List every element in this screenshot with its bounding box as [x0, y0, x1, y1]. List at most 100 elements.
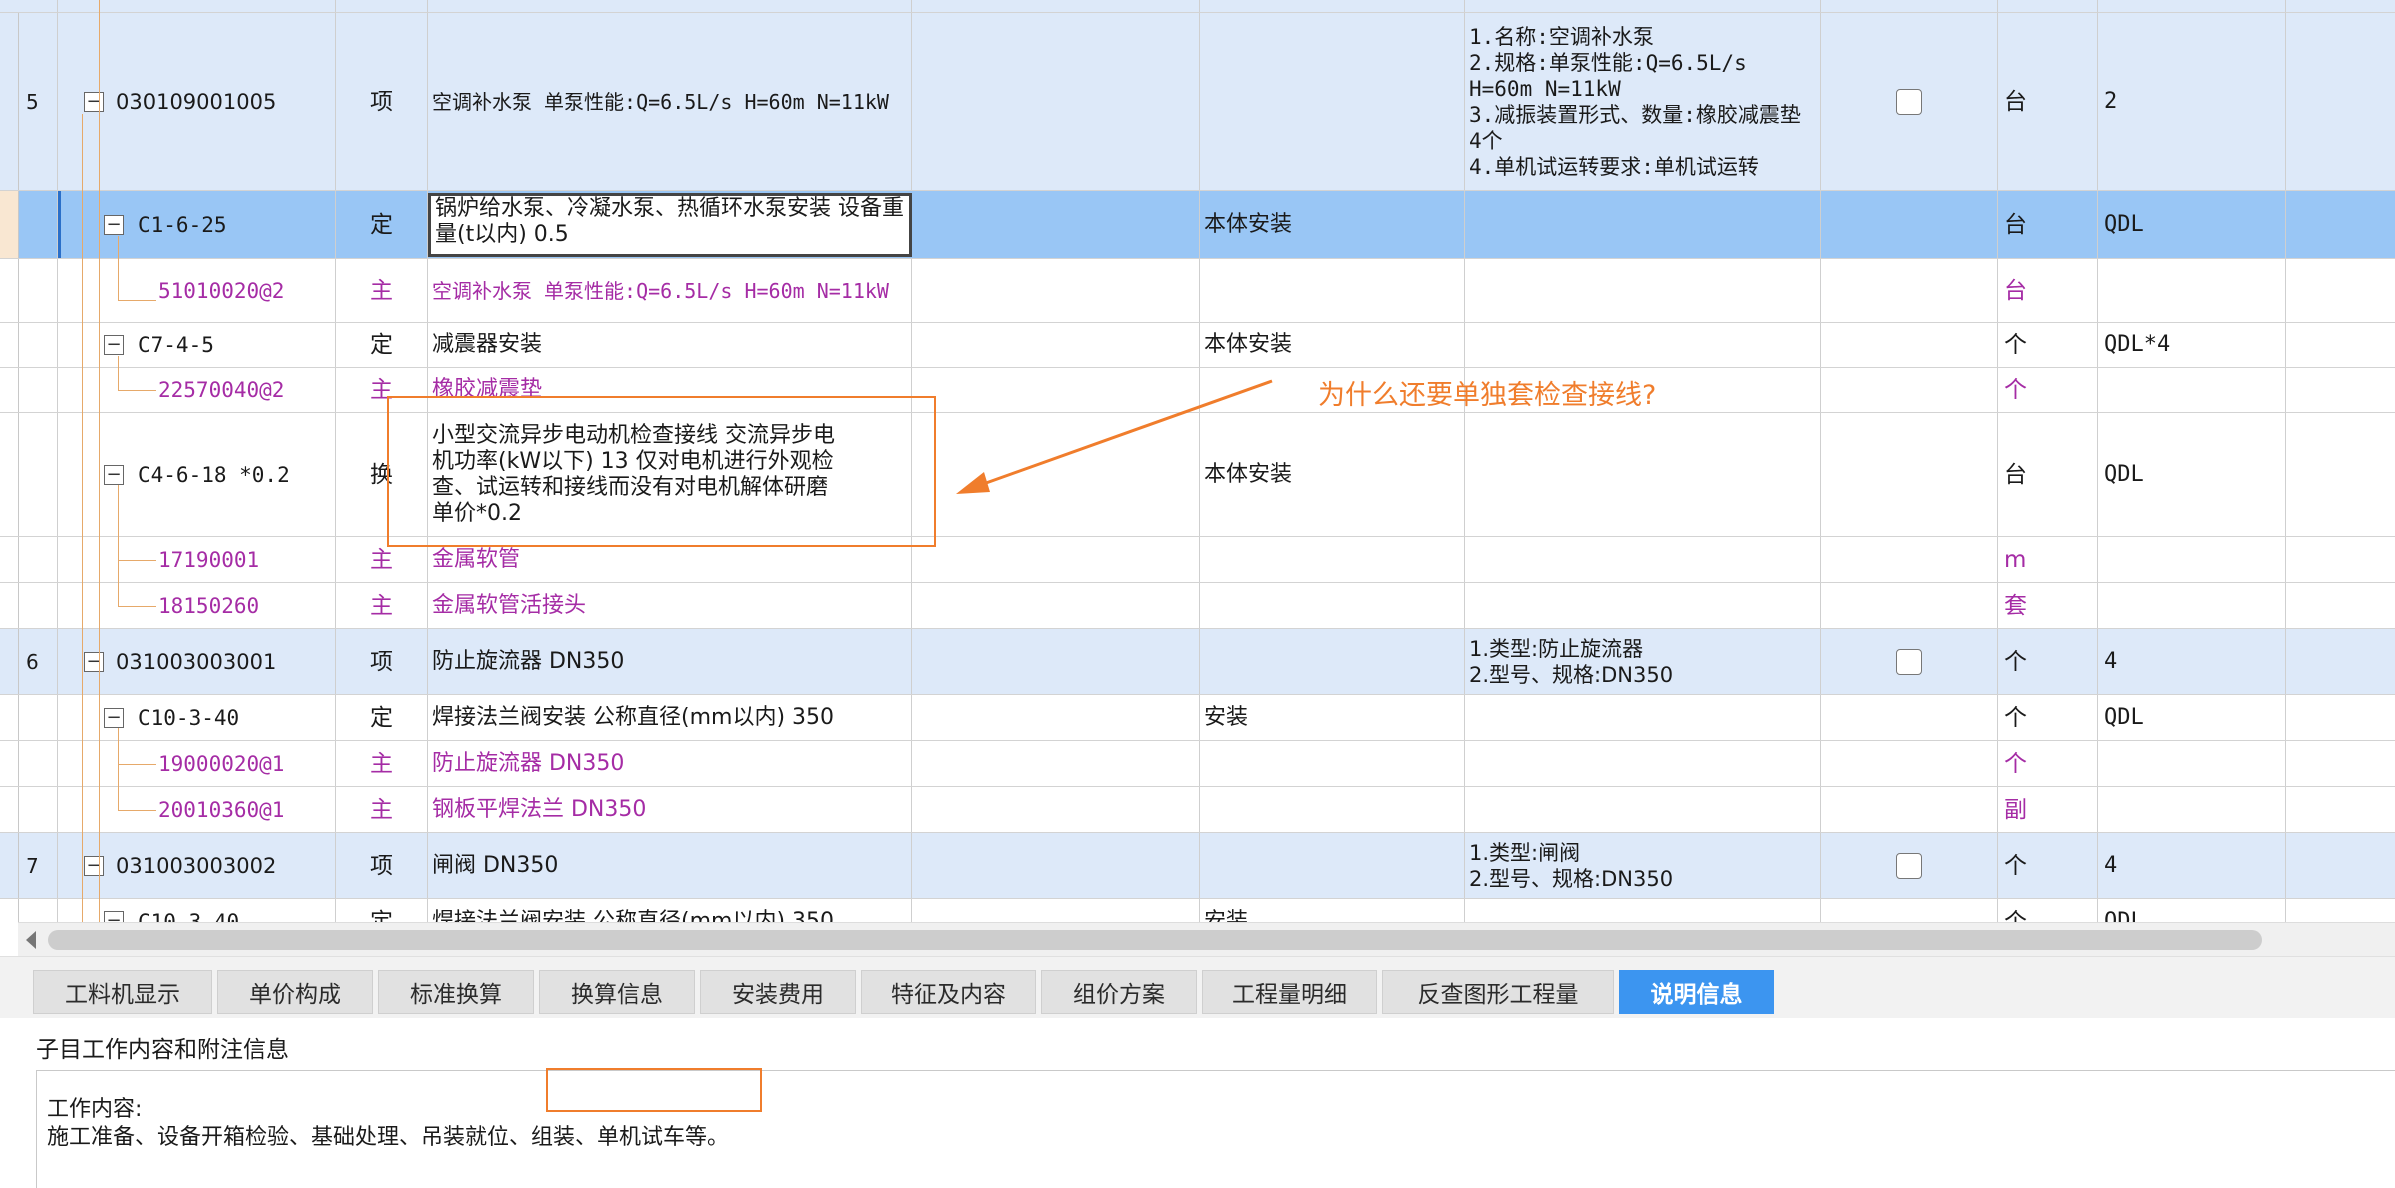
item-name[interactable]: 焊接法兰阀安装 公称直径(mm以内) 350 — [428, 899, 912, 922]
work-content-box[interactable]: 工作内容: 施工准备、设备开箱检验、基础处理、吊装就位、组装、单机试车等。 — [36, 1070, 2395, 1188]
item-name[interactable]: 防止旋流器 DN350 — [428, 741, 912, 786]
item-name[interactable]: 防止旋流器 DN350 — [428, 629, 912, 694]
table-row[interactable]: 18150260 主 金属软管活接头 套 — [0, 583, 2395, 629]
item-name[interactable]: 空调补水泵 单泵性能:Q=6.5L/s H=60m N=11kW — [428, 13, 912, 190]
table-row[interactable]: 6 − 031003003001 项 防止旋流器 DN350 1.类型:防止旋流… — [0, 629, 2395, 695]
item-name-editor[interactable]: 锅炉给水泵、冷凝水泵、热循环水泵安装 设备重量(t以内) 0.5 — [428, 193, 912, 257]
tree-line — [118, 485, 119, 606]
scrollbar-thumb[interactable] — [48, 930, 2262, 950]
work-content — [1200, 13, 1465, 190]
collapse-icon[interactable]: − — [104, 707, 124, 728]
tab-pricing-plan[interactable]: 组价方案 — [1041, 970, 1197, 1014]
item-code: C1-6-25 — [138, 212, 227, 237]
item-unit: 个 — [1998, 629, 2098, 694]
tree-line — [118, 356, 119, 390]
row-checkbox[interactable] — [1896, 852, 1922, 879]
work-content: 安装 — [1200, 695, 1465, 740]
tab-unit-price-composition[interactable]: 单价构成 — [217, 970, 373, 1014]
item-code: 17190001 — [158, 547, 260, 572]
table-row-selected[interactable]: − C1-6-25 定 锅炉给水泵、冷凝水泵、热循环水泵安装 设备重量(t以内)… — [0, 191, 2395, 259]
table-row[interactable]: 17190001 主 金属软管 m — [0, 537, 2395, 583]
work-content: 本体安装 — [1200, 413, 1465, 536]
work-content: 本体安装 — [1200, 191, 1465, 258]
tab-labor-material-machine[interactable]: 工料机显示 — [33, 970, 212, 1014]
tree-line — [118, 728, 119, 810]
row-index: 6 — [0, 629, 58, 694]
tree-line — [118, 236, 119, 300]
item-type: 主 — [336, 583, 428, 628]
item-quantity[interactable]: QDL — [2098, 695, 2286, 740]
item-code: 22570040@2 — [158, 378, 285, 402]
tree-line — [118, 560, 156, 561]
item-features[interactable]: 1.名称:空调补水泵 2.规格:单泵性能:Q=6.5L/s H=60m N=11… — [1465, 13, 1821, 190]
collapse-icon[interactable]: − — [84, 651, 104, 672]
item-quantity[interactable]: QDL*4 — [2098, 323, 2286, 367]
item-quantity[interactable]: QDL — [2098, 191, 2286, 258]
collapse-icon[interactable]: − — [104, 214, 124, 235]
scroll-left-icon[interactable] — [26, 931, 36, 949]
tab-conversion-info[interactable]: 换算信息 — [539, 970, 695, 1014]
item-name[interactable]: 减震器安装 — [428, 323, 912, 367]
table-row[interactable]: − C4-6-18 *0.2 换 小型交流异步电动机检查接线 交流异步电机功率(… — [0, 413, 2395, 537]
item-name[interactable]: 焊接法兰阀安装 公称直径(mm以内) 350 — [428, 695, 912, 740]
item-quantity[interactable]: QDL — [2098, 413, 2286, 536]
item-features[interactable]: 1.类型:防止旋流器 2.型号、规格:DN350 — [1465, 629, 1821, 694]
item-type: 定 — [336, 191, 428, 258]
item-unit: 个 — [1998, 741, 2098, 786]
tab-installation-fee[interactable]: 安装费用 — [700, 970, 856, 1014]
horizontal-scrollbar[interactable] — [18, 922, 2395, 957]
item-type: 主 — [336, 787, 428, 832]
bill-grid: 5 − 030109001005 项 空调补水泵 单泵性能:Q=6.5L/s H… — [0, 0, 2395, 922]
item-quantity[interactable]: 2 — [2098, 13, 2286, 190]
item-features[interactable] — [1465, 191, 1821, 258]
item-features[interactable]: 1.类型:闸阀 2.型号、规格:DN350 — [1465, 833, 1821, 898]
row-checkbox[interactable] — [1896, 88, 1922, 115]
item-quantity[interactable]: 4 — [2098, 833, 2286, 898]
item-type: 主 — [336, 259, 428, 322]
detail-tab-bar: 工料机显示 单价构成 标准换算 换算信息 安装费用 特征及内容 组价方案 工程量… — [0, 956, 2395, 1019]
item-unit: 个 — [1998, 833, 2098, 898]
collapse-icon[interactable]: − — [104, 335, 124, 355]
item-unit: 台 — [1998, 259, 2098, 322]
item-code: 18150260 — [158, 593, 260, 618]
item-code: C7-4-5 — [138, 333, 214, 357]
annotation-highlight-box — [387, 396, 936, 547]
table-row[interactable]: 22570040@2 主 橡胶减震垫 个 — [0, 368, 2395, 413]
table-row[interactable]: 19000020@1 主 防止旋流器 DN350 个 — [0, 741, 2395, 787]
item-type: 定 — [336, 323, 428, 367]
tab-reverse-graphic-quantity[interactable]: 反查图形工程量 — [1382, 970, 1614, 1014]
collapse-icon[interactable]: − — [104, 911, 124, 922]
item-name[interactable]: 钢板平焊法兰 DN350 — [428, 787, 912, 832]
row-checkbox[interactable] — [1896, 648, 1922, 675]
collapse-icon[interactable]: − — [84, 855, 104, 876]
tree-line — [118, 810, 156, 811]
table-row[interactable]: 51010020@2 主 空调补水泵 单泵性能:Q=6.5L/s H=60m N… — [0, 259, 2395, 323]
item-code: C10-3-40 — [138, 910, 240, 922]
collapse-icon[interactable]: − — [84, 91, 104, 112]
item-name[interactable]: 闸阀 DN350 — [428, 833, 912, 898]
tree-line — [118, 764, 156, 765]
item-name[interactable]: 空调补水泵 单泵性能:Q=6.5L/s H=60m N=11kW — [428, 259, 912, 322]
item-unit: 台 — [1998, 191, 2098, 258]
tab-standard-conversion[interactable]: 标准换算 — [378, 970, 534, 1014]
item-unit: m — [1998, 537, 2098, 582]
table-row[interactable]: 7 − 031003003002 项 闸阀 DN350 1.类型:闸阀 2.型号… — [0, 833, 2395, 899]
work-content: 安装 — [1200, 899, 1465, 922]
item-quantity[interactable]: 4 — [2098, 629, 2286, 694]
item-quantity[interactable]: QDL — [2098, 899, 2286, 922]
item-name[interactable]: 金属软管活接头 — [428, 583, 912, 628]
table-row[interactable]: 5 − 030109001005 项 空调补水泵 单泵性能:Q=6.5L/s H… — [0, 13, 2395, 191]
tab-features-content[interactable]: 特征及内容 — [861, 970, 1036, 1014]
tree-line — [118, 390, 156, 391]
table-row[interactable]: − C10-3-40 定 焊接法兰阀安装 公称直径(mm以内) 350 安装 个… — [0, 695, 2395, 741]
row-index: 5 — [0, 13, 58, 190]
item-unit: 个 — [1998, 695, 2098, 740]
item-code: 19000020@1 — [158, 751, 285, 776]
item-code: 031003003002 — [116, 853, 277, 878]
table-row[interactable]: − C7-4-5 定 减震器安装 本体安装 个 QDL*4 — [0, 323, 2395, 368]
collapse-icon[interactable]: − — [104, 464, 124, 485]
table-row-partial[interactable]: − C10-3-40 定 焊接法兰阀安装 公称直径(mm以内) 350 安装 个… — [0, 899, 2395, 922]
table-row[interactable]: 20010360@1 主 钢板平焊法兰 DN350 副 — [0, 787, 2395, 833]
tab-quantity-detail[interactable]: 工程量明细 — [1202, 970, 1377, 1014]
tab-description-info[interactable]: 说明信息 — [1619, 970, 1774, 1014]
